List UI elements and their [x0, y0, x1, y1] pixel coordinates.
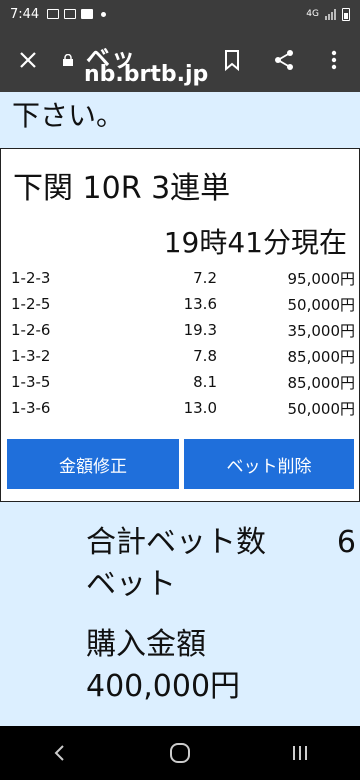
gallery-icon [47, 9, 60, 19]
bet-combo: 1-3-5 [11, 373, 51, 391]
bookmark-icon [225, 50, 239, 72]
total-bets-unit: ベット [86, 567, 176, 602]
share-icon [275, 50, 293, 70]
bet-row: 1-3-6 13.0 50,000円 [11, 395, 355, 421]
bookmark-button[interactable] [218, 46, 246, 74]
lock-icon [63, 54, 73, 66]
bet-amount: 85,000円 [287, 347, 356, 366]
delete-bet-button[interactable]: ベット削除 [184, 439, 354, 489]
status-bar: 7:44 4G [0, 0, 360, 28]
race-title: 下関 10R 3連単 [13, 171, 231, 206]
timestamp: 19時41分現在 [163, 226, 347, 259]
bet-odds: 13.6 [183, 295, 217, 313]
browser-toolbar: ベッ nb.brtb.jp [0, 28, 360, 92]
edit-amount-button[interactable]: 金額修正 [7, 439, 179, 489]
total-bets-value: 6 [336, 525, 356, 560]
bet-odds: 7.8 [193, 347, 217, 365]
instruction-text: 下さい。 [12, 99, 125, 132]
bet-odds: 8.1 [193, 373, 217, 391]
home-icon [170, 743, 190, 763]
network-label: 4G [306, 9, 319, 19]
bet-odds: 7.2 [193, 269, 217, 287]
bet-combo: 1-2-5 [11, 295, 51, 313]
messenger-icon [64, 9, 77, 19]
url-text[interactable]: nb.brtb.jp [84, 62, 208, 87]
total-bets-row: 合計ベット数 6 [86, 522, 356, 564]
bet-odds: 13.0 [183, 399, 217, 417]
bet-summary: 合計ベット数 6 ベット 購入金額 400,000円 [86, 522, 356, 708]
more-menu-button[interactable] [320, 46, 348, 74]
bet-combo: 1-2-6 [11, 321, 51, 339]
bet-card: 下関 10R 3連単 19時41分現在 1-2-3 7.2 95,000円 1-… [0, 148, 360, 502]
bet-list: 1-2-3 7.2 95,000円 1-2-5 13.6 50,000円 1-2… [11, 265, 355, 421]
signal-icon [325, 8, 336, 20]
bet-row: 1-3-2 7.8 85,000円 [11, 343, 355, 369]
bet-row: 1-2-3 7.2 95,000円 [11, 265, 355, 291]
bet-amount: 50,000円 [287, 399, 356, 418]
home-button[interactable] [160, 733, 200, 773]
total-bets-label: 合計ベット数 [86, 525, 266, 560]
share-button[interactable] [270, 46, 298, 74]
bet-row: 1-2-6 19.3 35,000円 [11, 317, 355, 343]
bet-row: 1-3-5 8.1 85,000円 [11, 369, 355, 395]
notification-dot-icon [101, 11, 107, 17]
back-button[interactable] [40, 733, 80, 773]
bet-combo: 1-2-3 [11, 269, 51, 287]
facebook-icon [81, 9, 94, 19]
recent-apps-icon [293, 746, 307, 760]
navigation-bar [0, 726, 360, 780]
back-icon [54, 745, 64, 761]
bet-odds: 19.3 [183, 321, 217, 339]
bet-amount: 85,000円 [287, 373, 356, 392]
close-icon [20, 52, 36, 68]
bet-amount: 35,000円 [287, 321, 356, 340]
purchase-value: 400,000円 [86, 669, 241, 704]
battery-icon [342, 7, 350, 21]
bet-amount: 95,000円 [287, 269, 356, 288]
bet-combo: 1-3-2 [11, 347, 51, 365]
bet-combo: 1-3-6 [11, 399, 51, 417]
purchase-label: 購入金額 [86, 627, 206, 662]
status-time: 7:44 [10, 6, 40, 22]
close-button[interactable] [14, 46, 42, 74]
bet-amount: 50,000円 [287, 295, 356, 314]
more-vert-icon [331, 50, 337, 70]
bet-row: 1-2-5 13.6 50,000円 [11, 291, 355, 317]
recent-apps-button[interactable] [280, 733, 320, 773]
